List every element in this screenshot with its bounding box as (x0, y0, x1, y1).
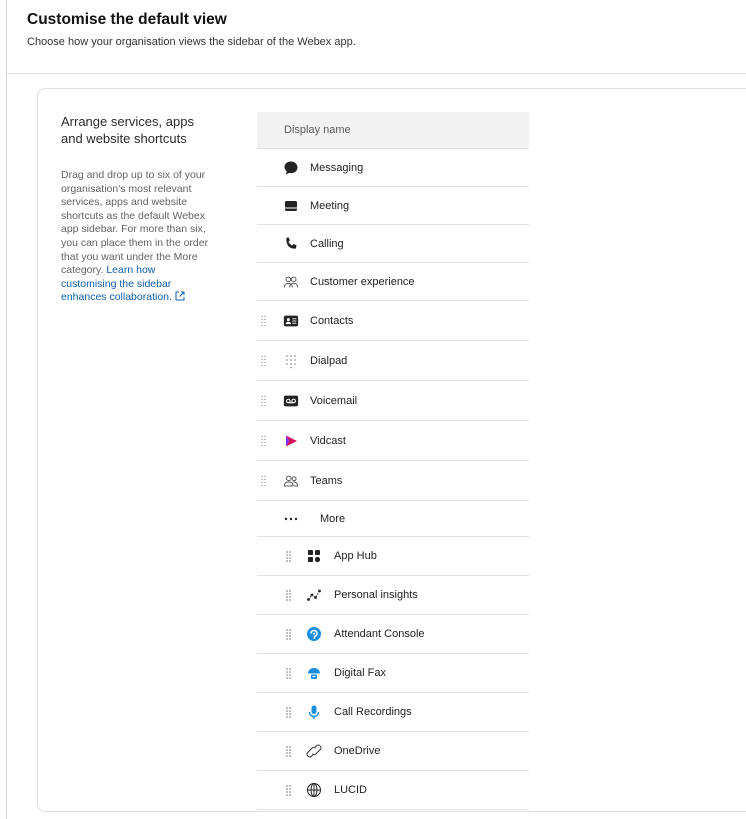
item-label: Dialpad (310, 354, 348, 367)
drag-handle-icon[interactable] (286, 707, 292, 718)
sidebar-settings-card: Arrange services, apps and website short… (37, 88, 746, 812)
sidebar-item-calling: Calling (257, 225, 529, 263)
item-label: Calling (310, 237, 344, 250)
insights-icon (306, 587, 322, 603)
item-label: Voicemail (310, 394, 358, 407)
page-subtitle: Choose how your organisation views the s… (27, 36, 356, 48)
item-label: OneDrive (334, 745, 381, 757)
dialpad-icon (283, 353, 299, 369)
drag-handle-icon[interactable] (261, 475, 267, 486)
call-recordings-icon (306, 704, 322, 720)
item-label: Meeting (310, 199, 350, 212)
vidcast-icon (283, 433, 299, 449)
more-item-lucid[interactable]: LUCID (257, 771, 529, 810)
section-description: Drag and drop up to six of your organisa… (61, 169, 211, 305)
more-item-personal-insights[interactable]: Personal insights (257, 576, 529, 615)
item-label: Messaging (310, 161, 364, 174)
sidebar-item-teams[interactable]: Teams (257, 461, 529, 501)
item-label: Customer experience (310, 275, 415, 288)
drag-handle-icon[interactable] (286, 746, 292, 757)
item-label: Personal insights (334, 589, 418, 601)
drag-handle-icon[interactable] (261, 355, 267, 366)
sidebar-item-customer-experience: Customer experience (257, 263, 529, 301)
teams-icon (283, 473, 299, 489)
meeting-icon (283, 198, 299, 214)
drag-handle-icon[interactable] (286, 668, 292, 679)
external-link-icon (175, 291, 185, 301)
item-label: LUCID (334, 784, 368, 796)
description-text: Drag and drop up to six of your organisa… (61, 169, 209, 277)
more-category-row: More (257, 501, 529, 537)
page-title: Customise the default view (27, 11, 227, 28)
more-item-attendant-console[interactable]: Attendant Console (257, 615, 529, 654)
page-left-border (6, 0, 7, 819)
sidebar-item-dialpad[interactable]: Dialpad (257, 341, 529, 381)
drag-handle-icon[interactable] (261, 315, 267, 326)
item-label: More (320, 512, 346, 525)
display-name-table: Display name Messaging Meeting Calling Cust… (257, 112, 529, 810)
phone-icon (283, 236, 299, 252)
table-header: Display name (257, 112, 529, 149)
page-header: Customise the default view Choose how yo… (27, 10, 746, 49)
attendant-console-icon (306, 626, 322, 642)
drag-handle-icon[interactable] (286, 785, 292, 796)
more-item-onedrive[interactable]: OneDrive (257, 732, 529, 771)
voicemail-icon (283, 393, 299, 409)
more-item-digital-fax[interactable]: Digital Fax (257, 654, 529, 693)
item-label: Vidcast (310, 434, 346, 447)
sidebar-item-contacts[interactable]: Contacts (257, 301, 529, 341)
header-divider (7, 73, 746, 74)
item-label: Contacts (310, 314, 354, 327)
item-label: Attendant Console (334, 628, 425, 640)
app-hub-icon (306, 548, 322, 564)
drag-handle-icon[interactable] (286, 551, 292, 562)
section-title: Arrange services, apps and website short… (61, 114, 194, 146)
sidebar-item-voicemail[interactable]: Voicemail (257, 381, 529, 421)
item-label: Call Recordings (334, 706, 412, 718)
people-headset-icon (283, 274, 299, 290)
item-label: Digital Fax (334, 667, 386, 679)
item-label: Teams (310, 474, 343, 487)
contact-card-icon (283, 313, 299, 329)
more-item-app-hub[interactable]: App Hub (257, 537, 529, 576)
item-label: App Hub (334, 550, 377, 562)
onedrive-link-icon (306, 743, 322, 759)
sidebar-item-vidcast[interactable]: Vidcast (257, 421, 529, 461)
sidebar-item-messaging: Messaging (257, 149, 529, 187)
drag-handle-icon[interactable] (261, 435, 267, 446)
digital-fax-icon (306, 665, 322, 681)
more-item-call-recordings[interactable]: Call Recordings (257, 693, 529, 732)
sidebar-item-meeting: Meeting (257, 187, 529, 225)
more-icon (283, 511, 299, 527)
globe-icon (306, 782, 322, 798)
drag-handle-icon[interactable] (286, 629, 292, 640)
drag-handle-icon[interactable] (286, 590, 292, 601)
message-bubble-icon (283, 160, 299, 176)
table-rows: Messaging Meeting Calling Customer experien… (257, 149, 529, 810)
drag-handle-icon[interactable] (261, 395, 267, 406)
